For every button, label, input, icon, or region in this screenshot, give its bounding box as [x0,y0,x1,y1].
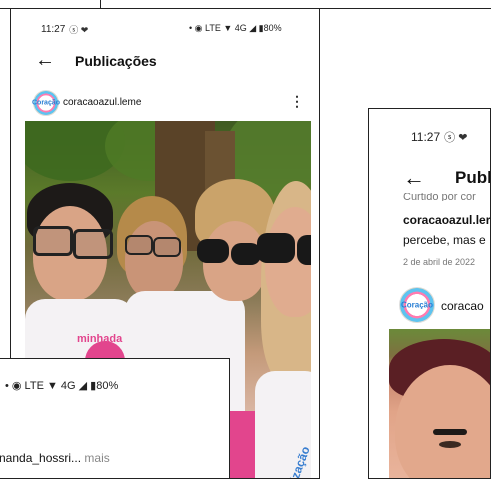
shirt-print [229,411,255,478]
status-bar: 11:27 ⓢ ❤ [41,23,88,36]
page-title: Publicações [75,52,157,69]
sunglasses [197,239,229,263]
caption-text: percebe, mas e [403,233,486,247]
caption-username[interactable]: coracaoazul.ler [403,213,490,227]
status-bar: 11:27 ⓢ ❤ [411,129,467,145]
avatar-logo-text: Coração [400,300,434,310]
status-time: 11:27 [411,130,441,144]
avatar-logo-text: Coração [31,99,61,107]
status-indicators: • ◉ LTE ▼ 4G ◢ ▮80% [189,23,282,33]
sunglasses [297,235,311,265]
screenshot-right: 11:27 ⓢ ❤ ← Publica Curtido por cor cora… [368,108,491,479]
glasses [153,237,181,257]
back-arrow-icon[interactable]: ← [35,49,55,72]
status-time: 11:27 [41,24,66,35]
post-photo[interactable] [389,329,490,478]
more-link[interactable]: mais [84,451,109,465]
eye [439,441,461,448]
glasses [33,226,73,256]
screenshot-bottom: • ◉ LTE ▼ 4G ◢ ▮80% nanda_hossri... mais [0,358,230,479]
caption-username[interactable]: nanda_hossri... [0,451,81,465]
more-options-icon[interactable]: ⋮ [290,93,304,110]
sunglasses [257,233,295,263]
header: ← Publica [403,165,490,191]
person-face [125,221,183,299]
back-arrow-icon[interactable]: ← [403,165,425,191]
caption: nanda_hossri... mais [0,451,110,465]
header: ← Publicações [35,49,157,72]
status-notification-icons: ⓢ ❤ [444,132,468,144]
post-date: 2 de abril de 2022 [403,257,476,267]
glasses [125,235,153,255]
glasses [73,229,113,259]
status-notification-icons: ⓢ ❤ [69,25,89,35]
eyebrow [433,429,467,435]
account-name[interactable]: coracaoazul.leme [63,97,141,108]
account-name[interactable]: coracao [441,299,484,313]
likes-text: Curtido por cor [403,193,476,201]
page-title: Publica [455,168,490,187]
frame-edge-tick [100,0,101,9]
status-indicators: • ◉ LTE ▼ 4G ◢ ▮80% [5,380,119,392]
avatar[interactable]: Coração [31,90,61,116]
avatar[interactable]: Coração [399,287,435,323]
